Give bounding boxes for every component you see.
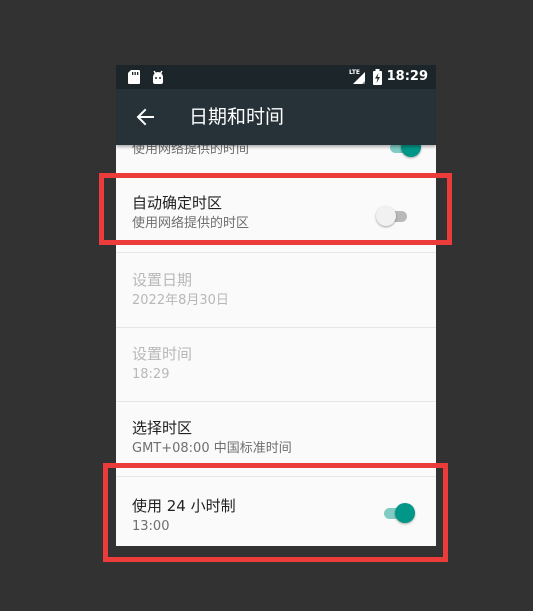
screenshot-canvas: LTE 18:29 日期和时间 使用网络提供的时间 自动确定时区 使用网络提供的… <box>0 0 533 611</box>
arrow-left-icon <box>136 108 154 126</box>
auto-time-switch[interactable] <box>387 145 423 159</box>
auto-timezone-title: 自动确定时区 <box>132 194 223 212</box>
settings-row-select-timezone[interactable]: 选择时区 GMT+08:00 中国标准时间 <box>116 402 436 477</box>
signal-icon <box>353 72 365 84</box>
set-time-subtitle: 18:29 <box>132 367 170 382</box>
settings-row-use-24h[interactable]: 使用 24 小时制 13:00 <box>116 477 436 546</box>
settings-row-set-date[interactable]: 设置日期 2022年8月30日 <box>116 253 436 328</box>
back-button[interactable] <box>126 97 166 137</box>
phone-screen: LTE 18:29 日期和时间 使用网络提供的时间 自动确定时区 使用网络提供的… <box>116 65 436 546</box>
auto-timezone-switch[interactable] <box>376 204 412 228</box>
auto-time-subtitle: 使用网络提供的时间 <box>132 145 250 157</box>
settings-row-auto-timezone[interactable]: 自动确定时区 使用网络提供的时区 <box>116 178 436 253</box>
use-24h-subtitle: 13:00 <box>132 519 170 534</box>
use-24h-switch[interactable] <box>381 501 417 525</box>
app-toolbar: 日期和时间 <box>116 89 436 145</box>
set-time-title: 设置时间 <box>132 345 193 363</box>
settings-list[interactable]: 使用网络提供的时间 自动确定时区 使用网络提供的时区 设置日期 2022年8月3… <box>116 145 436 546</box>
android-debug-icon <box>153 70 163 84</box>
switch-thumb <box>395 503 415 523</box>
settings-row-set-time[interactable]: 设置时间 18:29 <box>116 328 436 402</box>
battery-charging-icon <box>373 69 382 85</box>
switch-thumb <box>376 206 396 226</box>
status-time: 18:29 <box>386 69 428 84</box>
set-date-title: 设置日期 <box>132 271 193 289</box>
settings-row-auto-time[interactable]: 使用网络提供的时间 <box>116 145 436 178</box>
status-bar: LTE 18:29 <box>116 65 436 89</box>
switch-thumb <box>401 145 421 157</box>
sd-card-icon <box>128 70 140 84</box>
set-date-subtitle: 2022年8月30日 <box>132 293 229 308</box>
select-timezone-title: 选择时区 <box>132 419 193 437</box>
auto-timezone-subtitle: 使用网络提供的时区 <box>132 216 250 231</box>
use-24h-title: 使用 24 小时制 <box>132 497 236 515</box>
page-title: 日期和时间 <box>189 106 285 128</box>
select-timezone-subtitle: GMT+08:00 中国标准时间 <box>132 441 292 456</box>
